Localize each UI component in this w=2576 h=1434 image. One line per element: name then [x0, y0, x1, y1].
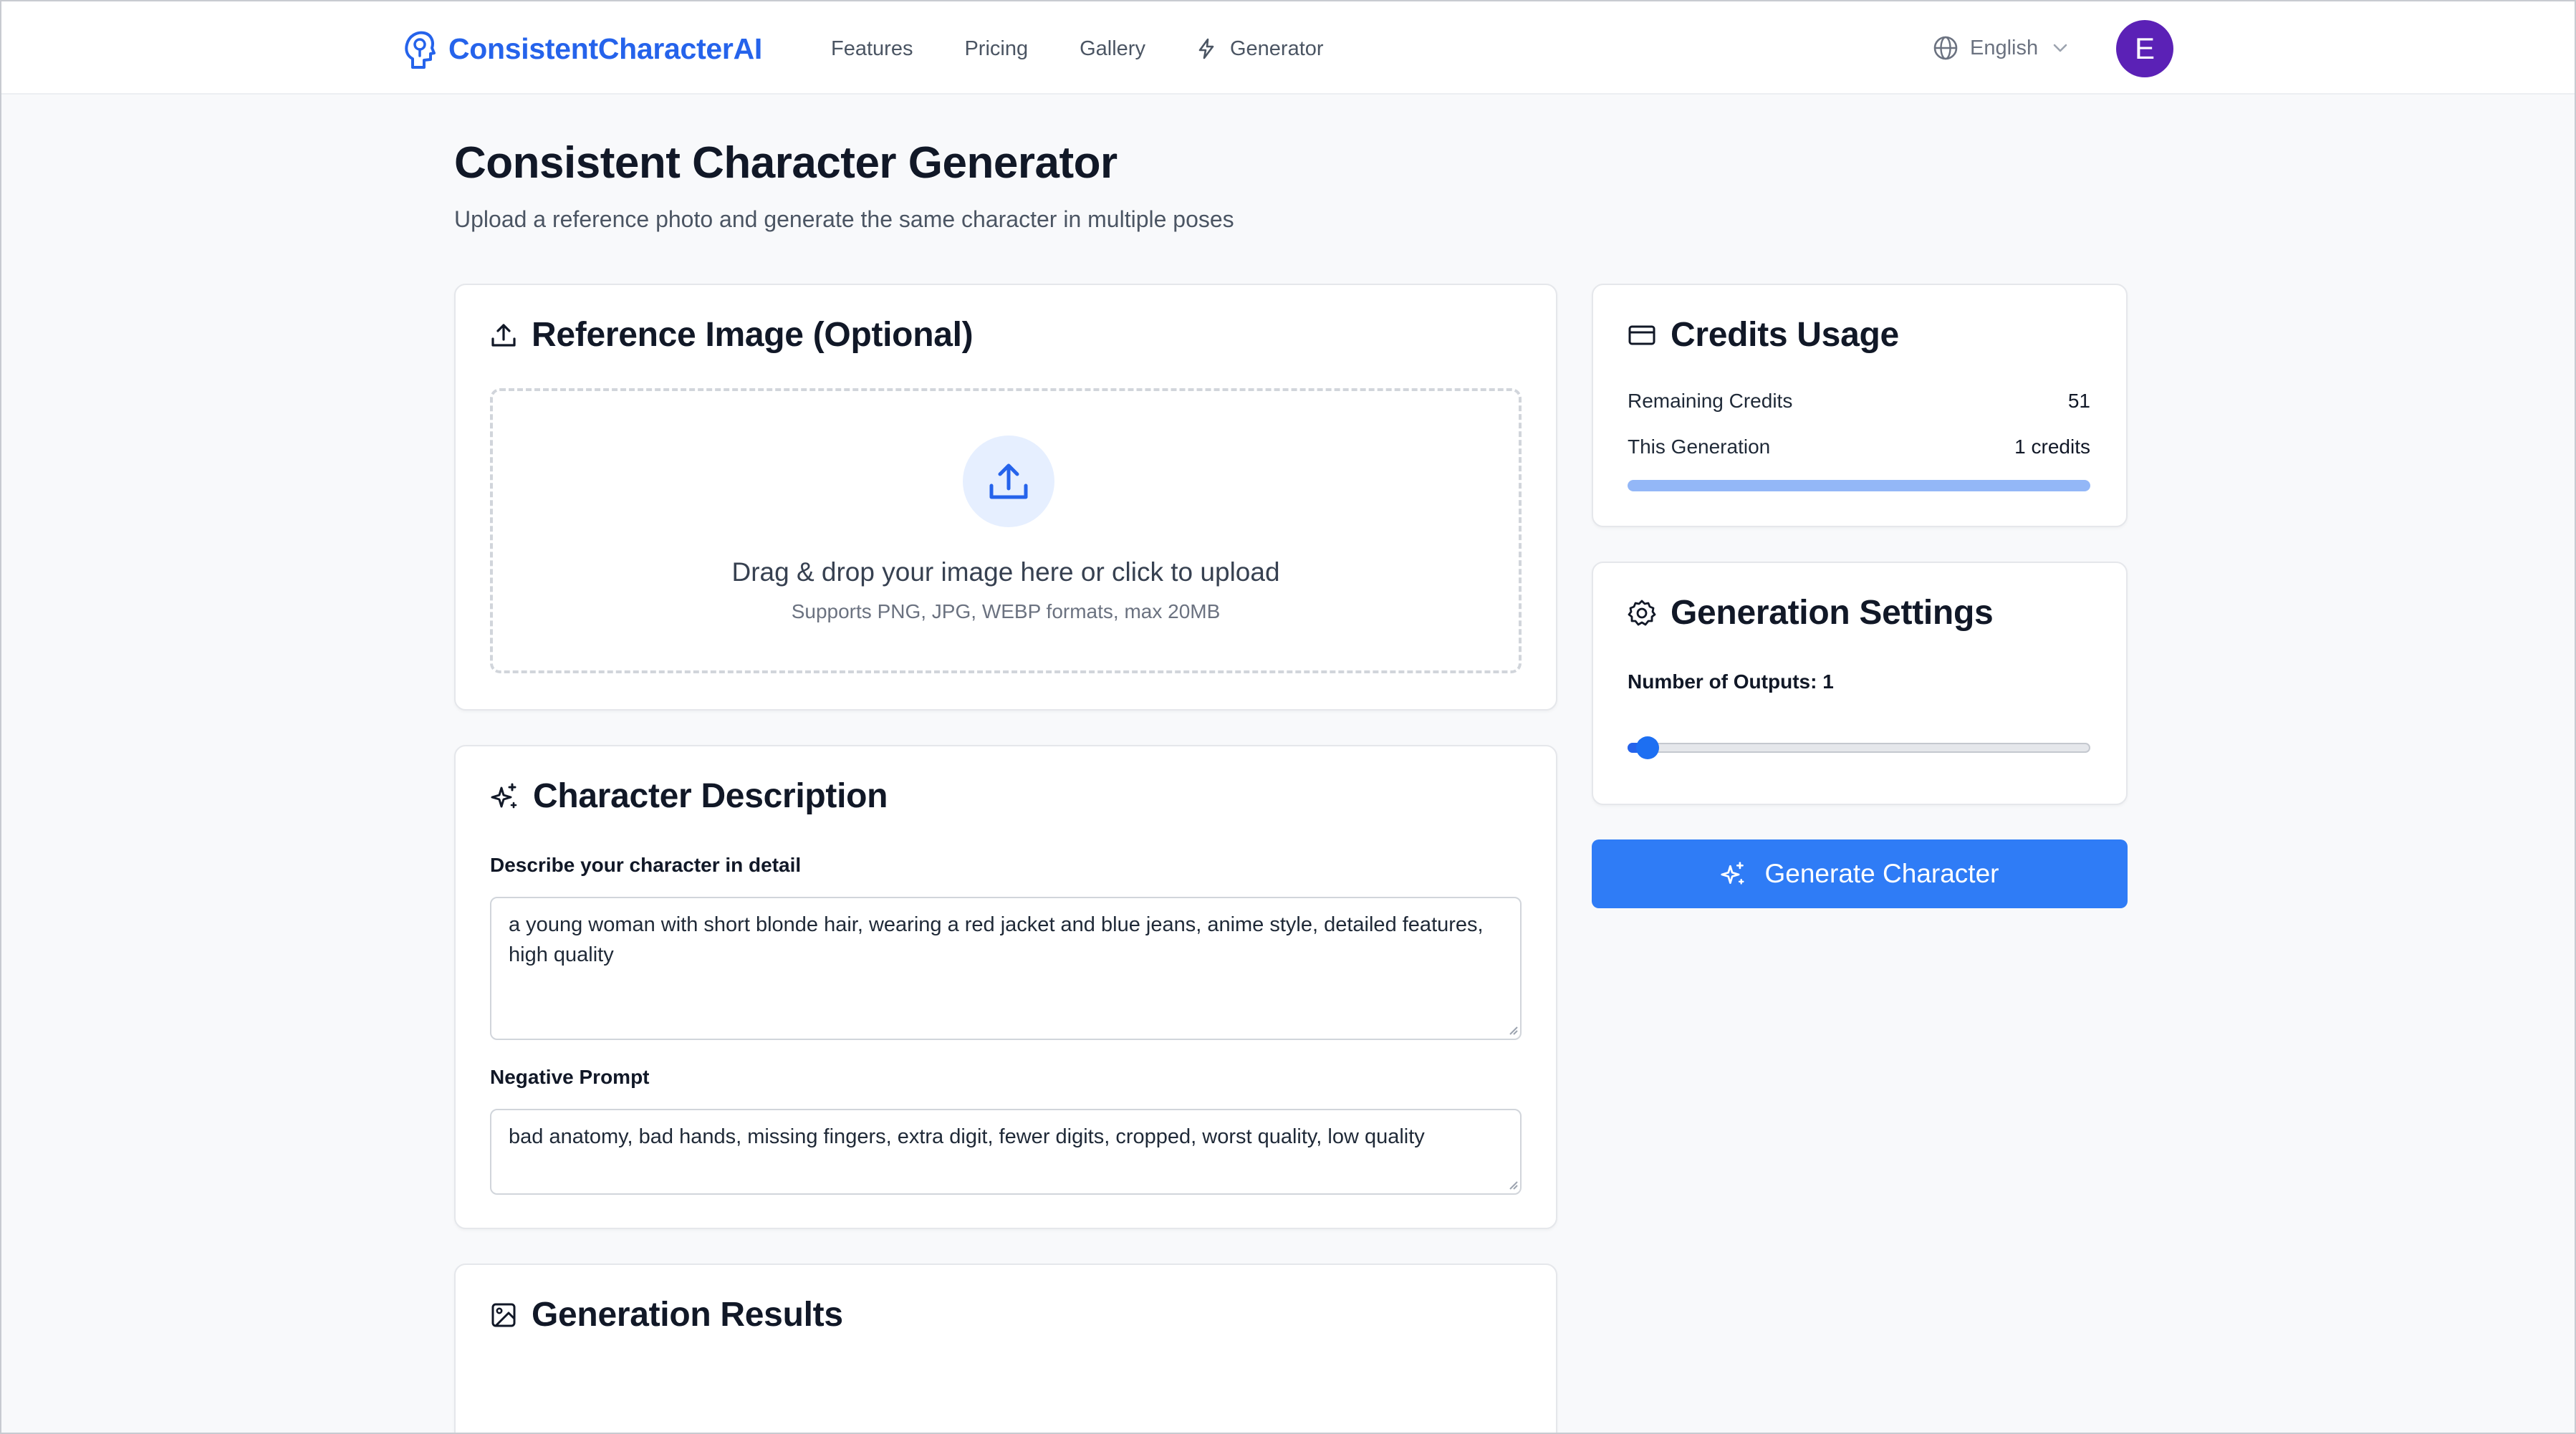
generation-settings-title: Generation Settings [1628, 593, 1994, 632]
language-selector[interactable]: English [1933, 32, 2068, 64]
reference-image-title: Reference Image (Optional) [490, 315, 974, 355]
slider-thumb[interactable] [1636, 736, 1659, 759]
generation-results-title: Generation Results [490, 1295, 843, 1334]
top-navbar: ConsistentCharacterAI Features Pricing G… [1, 1, 2575, 95]
character-prompt-input[interactable]: a young woman with short blonde hair, we… [490, 897, 1522, 1040]
user-avatar[interactable]: E [2116, 20, 2173, 77]
nav-features[interactable]: Features [831, 37, 913, 61]
reference-image-card: Reference Image (Optional) Drag & drop y… [454, 284, 1557, 711]
credits-usage-title: Credits Usage [1628, 315, 1899, 355]
character-description-title-text: Character Description [533, 777, 888, 815]
generation-results-card: Generation Results [454, 1264, 1557, 1433]
dropzone-text: Drag & drop your image here or click to … [731, 557, 1280, 587]
lightning-icon [1198, 38, 1214, 59]
dropzone-hint: Supports PNG, JPG, WEBP formats, max 20M… [791, 600, 1221, 622]
prompt-label: Describe your character in detail [490, 854, 802, 876]
globe-icon [1933, 36, 1958, 60]
credits-progress-bar [1628, 480, 2090, 491]
page: ConsistentCharacterAI Features Pricing G… [0, 0, 2576, 1434]
character-description-title: Character Description [490, 776, 888, 816]
remaining-credits-row: Remaining Credits 51 [1628, 390, 2090, 413]
this-generation-value: 1 credits [2014, 436, 2090, 458]
resize-grip-icon[interactable] [1506, 1178, 1519, 1190]
this-generation-row: This Generation 1 credits [1628, 436, 2090, 458]
remaining-credits-value: 51 [2067, 390, 2090, 412]
generation-settings-title-text: Generation Settings [1671, 594, 1994, 632]
credit-card-icon [1628, 325, 1655, 345]
image-icon [491, 1303, 516, 1327]
this-generation-label: This Generation [1628, 436, 1771, 458]
image-dropzone[interactable]: Drag & drop your image here or click to … [490, 388, 1522, 673]
page-subtitle: Upload a reference photo and generate th… [454, 206, 1234, 232]
nav-gallery-label: Gallery [1080, 37, 1145, 60]
outputs-label: Number of Outputs: 1 [1628, 670, 1834, 693]
credits-usage-card: Credits Usage Remaining Credits 51 This … [1592, 284, 2128, 527]
sparkles-icon [491, 783, 517, 808]
nav-pricing-label: Pricing [964, 37, 1029, 60]
upload-icon [491, 323, 516, 347]
reference-image-title-text: Reference Image (Optional) [532, 316, 974, 354]
upload-circle [963, 436, 1054, 527]
head-logo-icon [405, 31, 436, 69]
sparkles-icon [1721, 862, 1745, 885]
generation-results-title-text: Generation Results [532, 1296, 843, 1334]
negative-prompt-input[interactable]: bad anatomy, bad hands, missing fingers,… [490, 1109, 1522, 1195]
generate-character-button[interactable]: Generate Character [1592, 839, 2128, 908]
nav-generator[interactable]: Generator [1197, 37, 1324, 61]
brand-logo-link[interactable]: ConsistentCharacterAI [403, 27, 762, 70]
nav-generator-label: Generator [1229, 37, 1324, 60]
negative-prompt-label: Negative Prompt [490, 1066, 650, 1088]
nav-pricing[interactable]: Pricing [964, 37, 1028, 61]
credits-progress-fill [1628, 480, 2090, 491]
generation-settings-card: Generation Settings Number of Outputs: 1 [1592, 562, 2128, 805]
brand-name: ConsistentCharacterAI [448, 32, 762, 65]
nav-features-label: Features [831, 37, 913, 60]
generate-character-label: Generate Character [1764, 859, 1999, 888]
gear-icon [1628, 600, 1656, 625]
resize-grip-icon[interactable] [1506, 1023, 1519, 1036]
main-nav: Features Pricing Gallery Generator [831, 33, 1375, 64]
nav-gallery[interactable]: Gallery [1080, 37, 1145, 61]
outputs-slider[interactable] [1628, 736, 2090, 759]
credits-usage-title-text: Credits Usage [1671, 316, 1899, 354]
upload-icon [989, 463, 1028, 499]
language-label: English [1970, 36, 2039, 59]
page-title: Consistent Character Generator [454, 138, 1118, 188]
chevron-down-icon [2053, 44, 2067, 52]
character-description-card: Character Description Describe your char… [454, 745, 1557, 1229]
slider-track [1628, 743, 2090, 753]
remaining-credits-label: Remaining Credits [1628, 390, 1793, 412]
